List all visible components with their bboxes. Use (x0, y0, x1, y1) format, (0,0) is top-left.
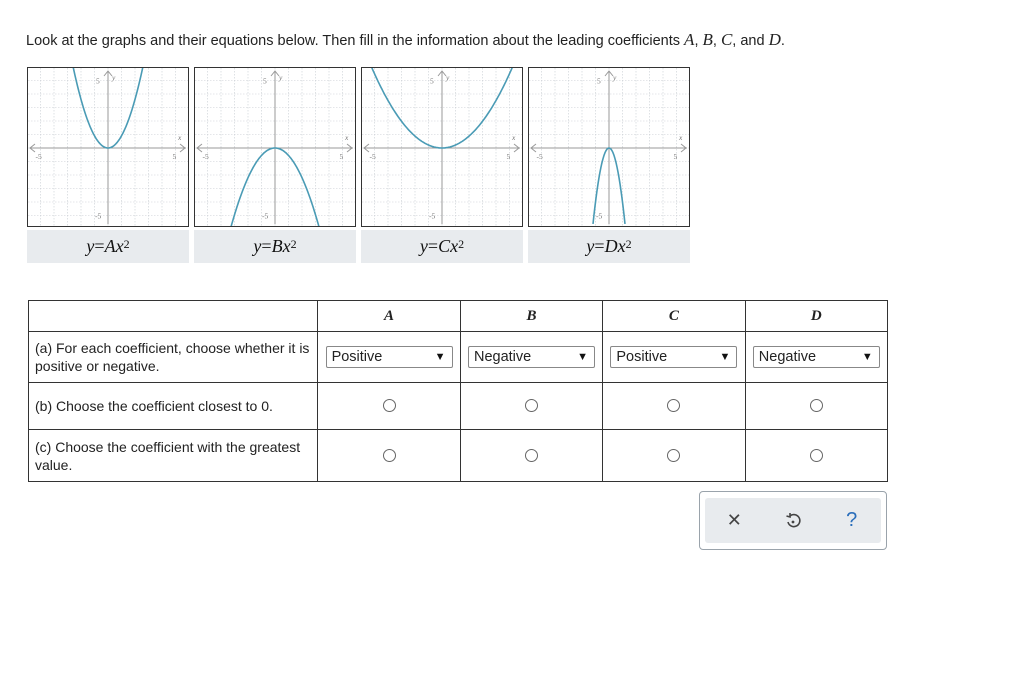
tick-label: -5 (370, 152, 376, 161)
tick-label: -5 (262, 212, 268, 221)
tick-label: -5 (429, 212, 435, 221)
sign-select-d[interactable]: Negative ▼ (752, 346, 880, 368)
help-button[interactable]: ? (837, 506, 867, 536)
undo-button[interactable] (778, 506, 808, 536)
y-axis-label: y (278, 73, 283, 82)
instructions-var-c: C (720, 30, 733, 49)
answer-toolbar: ✕ ? (699, 491, 887, 550)
header-a: A (317, 300, 461, 332)
instructions-suffix: . (780, 33, 785, 49)
sign-select-b[interactable]: Negative ▼ (467, 346, 595, 368)
tick-label: -5 (36, 152, 42, 161)
closest-radio-b[interactable] (524, 399, 538, 413)
question-c: (c) Choose the coefficient with the grea… (27, 429, 319, 482)
tick-label: 5 (263, 77, 267, 86)
y-axis-label: y (612, 73, 617, 82)
tick-label: 5 (173, 152, 177, 161)
closest-radio-a[interactable] (382, 399, 396, 413)
greatest-radio-c[interactable] (667, 448, 681, 462)
header-b: B (459, 300, 604, 332)
y-axis-label: y (111, 73, 116, 82)
dropdown-arrow-icon: ▼ (577, 351, 588, 363)
instructions-sep: , (694, 33, 703, 49)
dropdown-arrow-icon: ▼ (434, 351, 446, 363)
tick-label: -5 (203, 152, 209, 161)
instructions-var-d: D (768, 30, 781, 49)
tick-label: 5 (340, 152, 344, 161)
table-row: (c) Choose the coefficient with the grea… (27, 429, 889, 482)
question-b: (b) Choose the coefficient closest to 0. (27, 382, 319, 430)
header-c: C (602, 300, 746, 332)
instructions-var-b: B (702, 30, 713, 49)
greatest-radio-a[interactable] (382, 448, 396, 462)
tick-label: 5 (430, 77, 434, 86)
graph-d-plot: y x 5 -5 5 -5 (528, 67, 690, 227)
table-row: (b) Choose the coefficient closest to 0. (27, 382, 889, 430)
sign-select-c[interactable]: Positive ▼ (610, 346, 738, 368)
clear-button[interactable]: ✕ (719, 506, 749, 536)
table-row: (a) For each coefficient, choose whether… (27, 331, 889, 383)
instructions-var-a: A (684, 30, 695, 49)
closest-radio-d[interactable] (809, 399, 823, 413)
tick-label: -5 (537, 152, 543, 161)
tick-label: 5 (96, 77, 100, 86)
dropdown-arrow-icon: ▼ (719, 351, 731, 363)
table-header-row: A B C D (27, 300, 889, 332)
header-d: D (744, 300, 889, 332)
undo-icon (786, 512, 801, 527)
graph-a-plot: y x 5 -5 5 -5 (27, 67, 189, 227)
graph-b-plot: y x 5 -5 5 -5 (194, 67, 356, 227)
dropdown-arrow-icon: ▼ (861, 351, 873, 363)
x-axis-label: x (177, 133, 182, 142)
graph-c-plot: y x 5 -5 5 -5 (361, 67, 523, 227)
tick-label: -5 (95, 212, 101, 221)
tick-label: 5 (507, 152, 511, 161)
x-axis-label: x (344, 133, 349, 142)
answer-table: A B C D (a) For each coefficient, choose… (27, 300, 889, 482)
tick-label: 5 (597, 77, 601, 86)
tick-label: 5 (674, 152, 678, 161)
y-axis-label: y (445, 73, 450, 82)
question-a: (a) For each coefficient, choose whether… (27, 331, 319, 383)
instructions-prefix: Look at the graphs and their equations b… (26, 33, 685, 49)
instructions-text: Look at the graphs and their equations b… (26, 30, 785, 50)
equation-c: y = Cx 2 (361, 230, 523, 263)
tick-label: -5 (596, 212, 602, 221)
x-axis-label: x (511, 133, 516, 142)
header-empty (27, 300, 319, 332)
x-axis-label: x (678, 133, 683, 142)
equation-b: y = Bx 2 (194, 230, 356, 263)
sign-select-a[interactable]: Positive ▼ (325, 346, 453, 368)
equation-d: y = Dx 2 (528, 230, 690, 263)
greatest-radio-b[interactable] (524, 448, 538, 462)
instructions-sep: , and (732, 33, 769, 49)
instructions-sep: , (712, 33, 721, 49)
greatest-radio-d[interactable] (809, 448, 823, 462)
equation-a: y = Ax 2 (27, 230, 189, 263)
closest-radio-c[interactable] (667, 399, 681, 413)
